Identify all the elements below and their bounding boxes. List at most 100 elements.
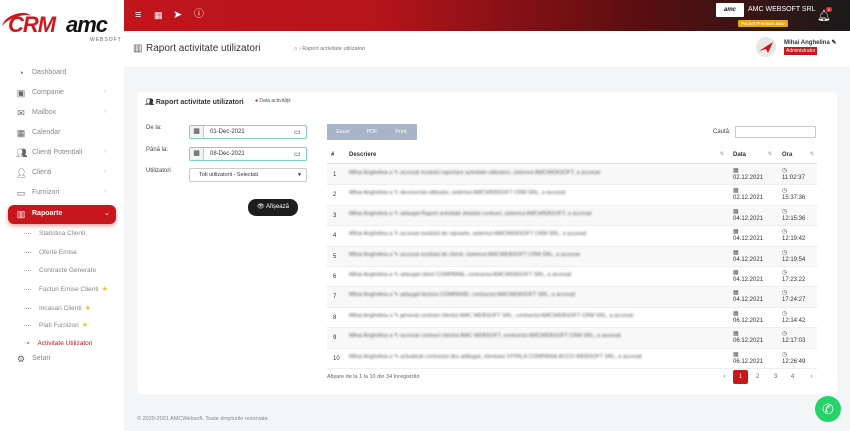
mail-icon: ✉	[17, 108, 25, 118]
from-date-input[interactable]: ▦ 01-Dec-2021 ▭	[189, 125, 307, 139]
send-icon[interactable]: ➤	[173, 9, 182, 21]
table-row: 5 Mihai Anghelina a ✎ accesat modulul de…	[327, 246, 817, 267]
user-name[interactable]: Mihai Anghelina ✎	[784, 39, 836, 46]
row-date: ▦ 02.12.2021	[733, 188, 764, 202]
chevron-right-icon: ›	[104, 168, 107, 175]
sidebar-item-setari[interactable]: ⚙ Setari	[8, 352, 116, 362]
top-bar: ≡ ▦ ➤ ⓘ amc AMC WEBSOFT SRL Pachet Premi…	[0, 0, 850, 31]
sidebar-subitem-plati-furnizori[interactable]: Plati Furnizori ★	[24, 321, 88, 329]
sidebar-subitem-oferte-emise[interactable]: Oferte Emise	[24, 249, 77, 256]
calendar-icon: ▦	[733, 331, 739, 338]
sidebar-subitem-incasari-clienti[interactable]: Incasari Clienti ★	[24, 304, 91, 312]
table-row: 3 Mihai Anghelina a ✎ adaugat Raport act…	[327, 205, 817, 227]
pdf-button[interactable]: PDF	[359, 124, 385, 140]
column-header-index[interactable]: #	[327, 146, 343, 164]
copyright: © 2020-2021 AMCWebsoft. Toate drepturile…	[137, 416, 270, 422]
gear-icon: ⚙	[16, 354, 26, 362]
row-description: Mihai Anghelina a ✎ adaugat Raport activ…	[349, 210, 592, 217]
clock-icon: ◷	[782, 249, 788, 256]
row-index: 3	[333, 212, 337, 219]
sidebar-subitem-facturi-emise[interactable]: Facturi Emise Clienti ★	[24, 285, 108, 293]
company-badge: Pachet Premium activ	[738, 20, 788, 27]
calendar-icon: ▦	[733, 168, 739, 174]
pagination-page-2[interactable]: 2	[750, 370, 765, 384]
row-time: ◷ 17:23:22	[782, 270, 806, 283]
sidebar-item-clienti-potentiali[interactable]: 👥︎ Clienți Potențiali ›	[8, 144, 116, 162]
from-label: De la:	[146, 125, 162, 131]
row-date: ▦ 04.12.2021	[733, 208, 764, 222]
row-description: Mihai Anghelina a ✎ accesat contract cli…	[349, 333, 621, 340]
clock-icon: ◷	[782, 351, 788, 358]
sidebar-item-label: Clienți Potențiali	[32, 149, 83, 156]
row-description: Mihai Anghelina a ✎ accesat modulul rapo…	[349, 170, 600, 176]
card-subtitle: ● Data activității	[255, 98, 291, 104]
show-button[interactable]: 👁 Afișează	[248, 199, 298, 216]
calendar-icon: ▦	[733, 351, 739, 358]
search-input[interactable]	[735, 126, 816, 138]
row-index: 2	[333, 192, 337, 199]
pagination-prev[interactable]: ‹	[717, 370, 732, 384]
calendar-icon: ▦	[190, 148, 204, 160]
breadcrumb[interactable]: ⌂ › Raport activitate utilizatori	[294, 46, 365, 52]
row-description: Mihai Anghelina a ✎ adaugat client COMPA…	[349, 272, 572, 278]
column-header-description[interactable]: Descriere ⇅	[343, 146, 727, 164]
sidebar-item-label: Clienți	[32, 169, 52, 176]
clock-icon: ◷	[782, 168, 788, 174]
users-select[interactable]: Toti utilizatorii - Selectati ▼	[189, 168, 307, 182]
sidebar-item-clienti[interactable]: 👤︎ Clienți ›	[8, 164, 116, 182]
sidebar-item-rapoarte[interactable]: ▥ Rapoarte ⌄	[8, 205, 116, 224]
hamburger-icon[interactable]: ≡	[135, 9, 141, 21]
print-button[interactable]: Print	[385, 124, 417, 140]
calendar-icon: ▦	[16, 128, 26, 138]
logo-amc: amc	[66, 12, 108, 37]
sidebar-item-companie[interactable]: ▣ Companie ›	[8, 84, 116, 102]
date-picker-icon[interactable]: ▭	[294, 128, 301, 136]
user-role-badge: Administrator	[784, 47, 818, 55]
sidebar-item-furnizori[interactable]: ▭ Furnizori ›	[8, 184, 116, 202]
pagination-page-1[interactable]: 1	[733, 370, 748, 384]
pagination-page-3[interactable]: 3	[768, 370, 783, 384]
sidebar-subitem-contracte-generate[interactable]: Contracte Generate	[24, 267, 96, 274]
help-icon[interactable]: ⓘ	[194, 9, 204, 21]
dash-icon	[24, 307, 31, 309]
sidebar-item-mailbox[interactable]: ✉ Mailbox ›	[8, 104, 116, 122]
excel-button[interactable]: Excel	[327, 124, 359, 140]
chevron-right-icon: ›	[104, 188, 107, 195]
card-title: 👥︎ Raport activitate utilizatori	[145, 99, 244, 106]
sidebar-subitem-activitate-utilizatori[interactable]: ➝ Activitate Utilizatori	[24, 339, 92, 347]
chevron-right-icon: ›	[104, 108, 107, 115]
row-time: ◷ 11:02:37	[782, 168, 805, 181]
pagination-next[interactable]: ›	[804, 370, 819, 384]
chevron-right-icon: ›	[104, 88, 107, 95]
to-date-input[interactable]: ▦ 08-Dec-2021 ▭	[189, 147, 307, 161]
clock-icon: ◷	[782, 310, 788, 317]
company-icon: ▣	[16, 88, 26, 98]
sidebar-subitem-statistica-clienti[interactable]: Statistica Clienti	[24, 230, 85, 237]
row-time: ◷ 12:19:54	[782, 249, 806, 263]
sort-icon: ⇅	[767, 151, 772, 157]
page-header: ▥ Raport activitate utilizatori ⌂ › Rapo…	[124, 31, 850, 67]
date-picker-icon[interactable]: ▭	[294, 150, 301, 158]
avatar[interactable]	[756, 37, 776, 57]
app-logo[interactable]: CRM amc WEBSOFT	[0, 0, 124, 44]
column-header-date[interactable]: Data ⇅	[727, 146, 775, 164]
whatsapp-icon[interactable]: ✆	[815, 396, 841, 422]
company-name[interactable]: AMC WEBSOFT SRL	[748, 6, 816, 13]
sidebar-item-dashboard[interactable]: ◔ Dashboard	[8, 64, 116, 82]
dash-icon	[24, 251, 31, 253]
table-info: Afișare de la 1 la 10 din 34 înregistrăr…	[327, 374, 420, 380]
row-time: ◷ 12:14:42	[782, 310, 806, 324]
pagination-page-4[interactable]: 4	[785, 370, 800, 384]
calendar-icon[interactable]: ▦	[154, 9, 163, 21]
row-description: Mihai Anghelina a ✎ accesat modulul de c…	[349, 251, 580, 258]
sidebar-item-label: Calendar	[32, 129, 61, 136]
row-index: 1	[333, 172, 337, 178]
calendar-icon: ▦	[733, 188, 739, 195]
chart-icon: ▥	[133, 43, 143, 54]
calendar-icon: ▦	[733, 290, 739, 297]
column-header-time[interactable]: Ora ⇅	[775, 146, 817, 164]
dashboard-icon: ◔	[18, 68, 24, 78]
sidebar-item-calendar[interactable]: ▦ Calendar	[8, 124, 116, 142]
sidebar-item-label: Setari	[32, 355, 51, 362]
users-icon: 👥︎	[16, 148, 28, 158]
